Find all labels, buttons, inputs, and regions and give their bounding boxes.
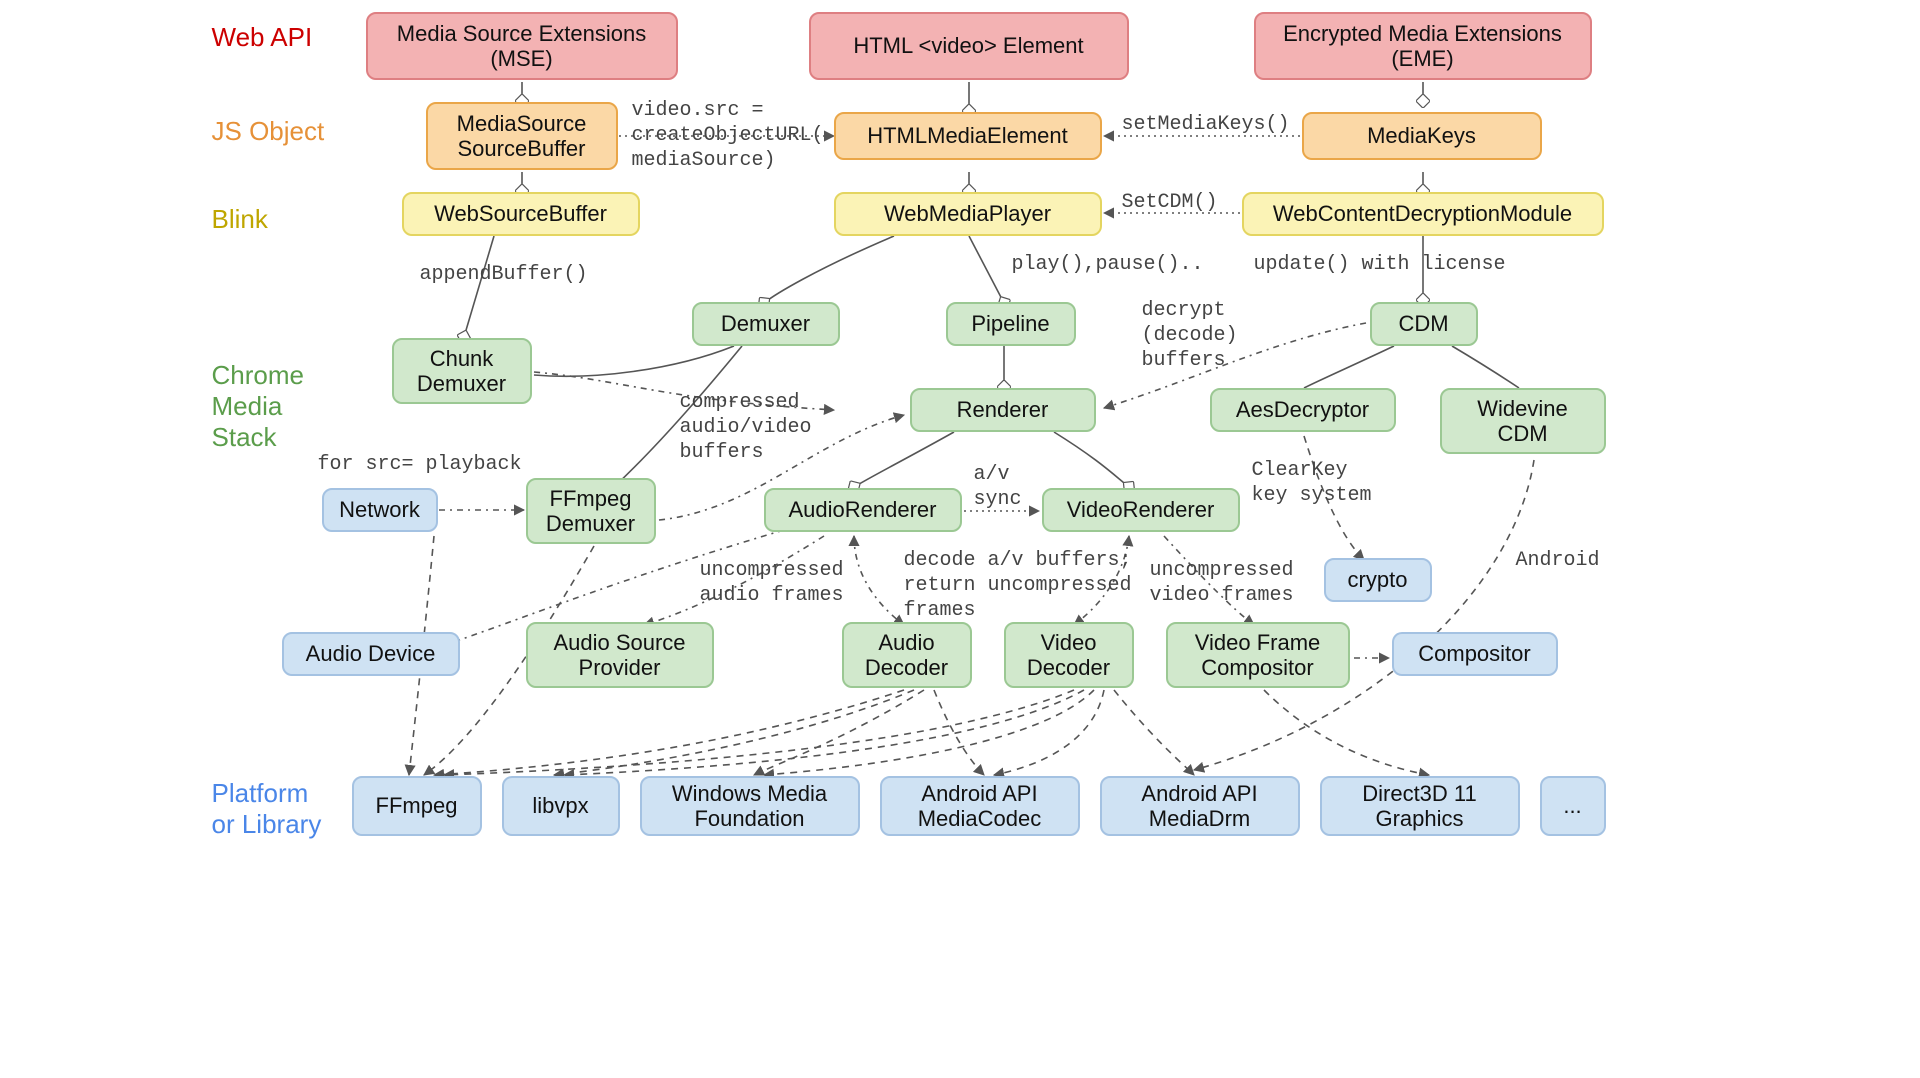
node-crypto: crypto: [1324, 558, 1432, 602]
node-audio-renderer: AudioRenderer: [764, 488, 962, 532]
note-set-media-keys: setMediaKeys(): [1122, 112, 1290, 137]
node-network: Network: [322, 488, 438, 532]
note-av-sync: a/v sync: [974, 462, 1022, 512]
row-label-chrome-media: Chrome Media Stack: [212, 360, 304, 454]
node-android-mediadrm: Android API MediaDrm: [1100, 776, 1300, 836]
note-compressed: compressed audio/video buffers: [680, 390, 812, 465]
row-label-platform: Platform or Library: [212, 778, 322, 840]
note-set-cdm: SetCDM(): [1122, 190, 1218, 215]
node-windows-media-foundation: Windows Media Foundation: [640, 776, 860, 836]
node-video-element: HTML <video> Element: [809, 12, 1129, 80]
node-aesdecryptor: AesDecryptor: [1210, 388, 1396, 432]
diagram-stage: Web API JS Object Blink Chrome Media Sta…: [194, 0, 1727, 869]
node-chunk-demuxer: Chunk Demuxer: [392, 338, 532, 404]
note-append-buffer: appendBuffer(): [420, 262, 588, 287]
note-update-license: update() with license: [1254, 252, 1506, 277]
note-for-src: for src= playback: [318, 452, 522, 477]
node-audio-decoder: Audio Decoder: [842, 622, 972, 688]
node-video-frame-compositor: Video Frame Compositor: [1166, 622, 1350, 688]
node-mediasource-sourcebuffer: MediaSource SourceBuffer: [426, 102, 618, 170]
note-create-object-url: video.src = createObjectURL( mediaSource…: [632, 98, 824, 173]
node-libvpx: libvpx: [502, 776, 620, 836]
node-cdm: CDM: [1370, 302, 1478, 346]
node-renderer: Renderer: [910, 388, 1096, 432]
node-htmlmediaelement: HTMLMediaElement: [834, 112, 1102, 160]
node-compositor: Compositor: [1392, 632, 1558, 676]
node-webmediaplayer: WebMediaPlayer: [834, 192, 1102, 236]
node-more: ...: [1540, 776, 1606, 836]
node-mediakeys: MediaKeys: [1302, 112, 1542, 160]
note-decrypt-buffers: decrypt (decode) buffers: [1142, 298, 1238, 373]
node-mse: Media Source Extensions (MSE): [366, 12, 678, 80]
node-video-renderer: VideoRenderer: [1042, 488, 1240, 532]
note-uncompressed-audio: uncompressed audio frames: [700, 558, 844, 608]
node-widevine-cdm: Widevine CDM: [1440, 388, 1606, 454]
note-decode-av: decode a/v buffers; return uncompressed …: [904, 548, 1132, 623]
note-uncompressed-video: uncompressed video frames: [1150, 558, 1294, 608]
node-direct3d11: Direct3D 11 Graphics: [1320, 776, 1520, 836]
node-webcontentdecryptionmodule: WebContentDecryptionModule: [1242, 192, 1604, 236]
node-android-mediacodec: Android API MediaCodec: [880, 776, 1080, 836]
node-ffmpeg: FFmpeg: [352, 776, 482, 836]
row-label-blink: Blink: [212, 204, 268, 235]
note-play-pause: play(),pause()..: [1012, 252, 1204, 277]
node-eme: Encrypted Media Extensions (EME): [1254, 12, 1592, 80]
node-demuxer: Demuxer: [692, 302, 840, 346]
node-websourcebuffer: WebSourceBuffer: [402, 192, 640, 236]
node-video-decoder: Video Decoder: [1004, 622, 1134, 688]
row-label-jsobject: JS Object: [212, 116, 325, 147]
node-pipeline: Pipeline: [946, 302, 1076, 346]
note-clearkey: ClearKey key system: [1252, 458, 1372, 508]
row-label-webapi: Web API: [212, 22, 313, 53]
note-android: Android: [1516, 548, 1600, 573]
node-ffmpeg-demuxer: FFmpeg Demuxer: [526, 478, 656, 544]
node-audio-device: Audio Device: [282, 632, 460, 676]
node-audio-source-provider: Audio Source Provider: [526, 622, 714, 688]
